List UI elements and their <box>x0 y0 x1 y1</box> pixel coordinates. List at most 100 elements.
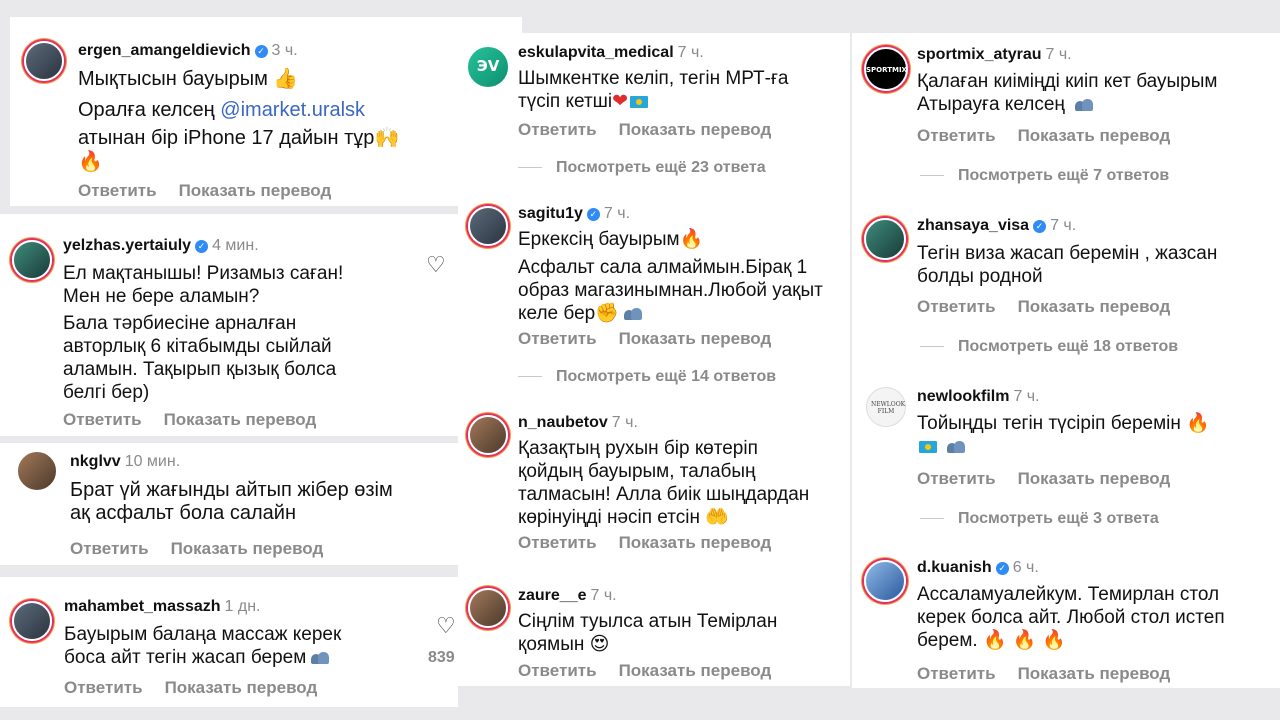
comment-card: yelzhas.yertaiuly ✓ 4 мин. ♡ Ел мақтанышы!… <box>0 214 458 436</box>
timestamp: 7 ч. <box>1045 46 1072 63</box>
comment-text: Шымкентке келіп, тегін МРТ-ға түсіп кетш… <box>518 68 789 112</box>
timestamp: 7 ч. <box>1013 388 1040 405</box>
verified-badge-icon: ✓ <box>995 562 1009 575</box>
username[interactable]: yelzhas.yertaiuly <box>63 237 191 254</box>
view-more-replies-button[interactable]: Посмотреть ещё 18 ответов <box>920 338 1178 356</box>
view-more-replies-button[interactable]: Посмотреть ещё 14 ответов <box>518 368 776 386</box>
like-count: 839 <box>428 649 455 666</box>
verified-badge-icon: ✓ <box>586 208 600 221</box>
comment-text: Мықтысын бауырым 👍 Оралға келсең @imarke… <box>78 66 400 173</box>
view-more-replies-button[interactable]: Посмотреть ещё 7 ответов <box>920 167 1169 185</box>
comment-card: ergen_amangeldievich ✓ 3 ч. Мықтысын бауыр… <box>10 17 522 206</box>
reply-button[interactable]: Ответить <box>917 664 996 683</box>
red-heart-emoji-icon: ❤ <box>612 90 629 112</box>
avatar[interactable] <box>864 560 906 602</box>
mention-link[interactable]: @imarket.uralsk <box>220 99 365 121</box>
open-hands-emoji-icon: 🤲 <box>705 506 729 528</box>
kazakhstan-flag-icon <box>630 96 649 108</box>
show-translation-button[interactable]: Показать перевод <box>164 410 317 429</box>
timestamp: 7 ч. <box>1050 217 1077 234</box>
comment-text: Брат үй жағынды айтып жібер өзім ақ асфа… <box>70 479 393 524</box>
timestamp: 1 дн. <box>224 598 261 615</box>
reply-button[interactable]: Ответить <box>518 329 597 348</box>
heart-outline-icon[interactable]: ♡ <box>436 613 456 639</box>
show-translation-button[interactable]: Показать перевод <box>619 329 772 348</box>
username[interactable]: zaure__e <box>518 587 587 604</box>
reply-button[interactable]: Ответить <box>917 297 996 316</box>
comment-text: Тегін виза жасап беремін , жазсан болды … <box>917 243 1218 287</box>
timestamp: 7 ч. <box>590 587 617 604</box>
timestamp: 7 ч. <box>677 44 704 61</box>
fist-emoji-icon: ✊ <box>595 302 619 324</box>
comment-text: Еркексің бауырым🔥 Асфальт сала алмаймын.… <box>518 228 823 324</box>
reply-button[interactable]: Ответить <box>917 469 996 488</box>
username[interactable]: eskulapvita_medical <box>518 44 674 61</box>
heart-eyes-emoji-icon: 😍 <box>589 633 610 655</box>
raising-hands-emoji-icon: 🙌 <box>374 125 400 149</box>
reply-button[interactable]: Ответить <box>518 661 597 680</box>
reply-button[interactable]: Ответить <box>518 533 597 552</box>
avatar[interactable] <box>16 450 58 492</box>
show-translation-button[interactable]: Показать перевод <box>165 678 318 697</box>
reply-button[interactable]: Ответить <box>78 181 157 200</box>
verified-badge-icon: ✓ <box>195 240 209 253</box>
username[interactable]: nkglvv <box>70 453 121 470</box>
timestamp: 3 ч. <box>271 42 298 59</box>
show-translation-button[interactable]: Показать перевод <box>1018 126 1171 145</box>
avatar[interactable] <box>12 601 52 641</box>
avatar[interactable] <box>24 41 64 81</box>
avatar[interactable] <box>468 588 508 628</box>
reply-button[interactable]: Ответить <box>518 120 597 139</box>
show-translation-button[interactable]: Показать перевод <box>619 661 772 680</box>
avatar[interactable] <box>864 47 908 91</box>
username[interactable]: zhansaya_visa <box>917 217 1029 234</box>
verified-badge-icon: ✓ <box>1033 220 1047 233</box>
show-translation-button[interactable]: Показать перевод <box>171 539 324 558</box>
heart-outline-icon[interactable]: ♡ <box>426 252 446 278</box>
people-emoji-icon <box>622 306 642 320</box>
timestamp: 7 ч. <box>603 205 631 222</box>
show-translation-button[interactable]: Показать перевод <box>1018 469 1171 488</box>
username[interactable]: d.kuanish <box>917 559 992 576</box>
reply-button[interactable]: Ответить <box>917 126 996 145</box>
avatar[interactable] <box>468 415 508 455</box>
avatar[interactable] <box>12 240 52 280</box>
show-translation-button[interactable]: Показать перевод <box>619 120 772 139</box>
username[interactable]: newlookfilm <box>917 388 1009 405</box>
avatar[interactable] <box>866 387 906 427</box>
fire-emoji-icon: 🔥 <box>679 228 704 250</box>
comment-text: Бауырым балаңа массаж керек боса айт тег… <box>64 624 342 668</box>
username[interactable]: ergen_amangeldievich <box>78 42 251 59</box>
reply-button[interactable]: Ответить <box>70 539 149 558</box>
view-more-replies-button[interactable]: Посмотреть ещё 23 ответа <box>518 159 766 177</box>
thumbs-up-emoji-icon: 👍 <box>273 66 299 90</box>
fire-emoji-icon: 🔥 <box>78 149 103 173</box>
username[interactable]: n_naubetov <box>518 414 608 431</box>
avatar[interactable] <box>864 218 906 260</box>
reply-button[interactable]: Ответить <box>63 410 142 429</box>
comment-text: Қазақтың рухын бір көтеріп қойдың бауыры… <box>518 438 810 528</box>
comment-card: mahambet_massazh 1 дн. ♡ 839 Бауырым бала… <box>0 577 458 707</box>
timestamp: 10 мин. <box>124 453 181 470</box>
avatar[interactable] <box>468 206 508 246</box>
view-more-replies-button[interactable]: Посмотреть ещё 3 ответа <box>920 510 1159 528</box>
show-translation-button[interactable]: Показать перевод <box>619 533 772 552</box>
timestamp: 4 мин. <box>212 237 259 254</box>
timestamp: 7 ч. <box>611 414 638 431</box>
show-translation-button[interactable]: Показать перевод <box>179 181 332 200</box>
fire-emoji-icon: 🔥 <box>1186 412 1210 434</box>
people-emoji-icon <box>1073 97 1094 111</box>
comment-text: Қалаған киіміңді киіп кет бауырым Атырау… <box>917 71 1218 115</box>
show-translation-button[interactable]: Показать перевод <box>1018 664 1171 683</box>
people-emoji-icon <box>945 439 966 453</box>
username[interactable]: sagitu1y <box>518 205 583 222</box>
avatar[interactable] <box>466 45 510 89</box>
reply-button[interactable]: Ответить <box>64 678 143 697</box>
username[interactable]: sportmix_atyrau <box>917 46 1042 63</box>
comment-text: Тойыңды тегін түсіріп беремін 🔥 <box>917 412 1210 458</box>
fire-emoji-icon: 🔥 🔥 🔥 <box>983 629 1067 651</box>
show-translation-button[interactable]: Показать перевод <box>1018 297 1171 316</box>
people-emoji-icon <box>309 650 330 664</box>
timestamp: 6 ч. <box>1012 559 1039 576</box>
username[interactable]: mahambet_massazh <box>64 598 221 615</box>
